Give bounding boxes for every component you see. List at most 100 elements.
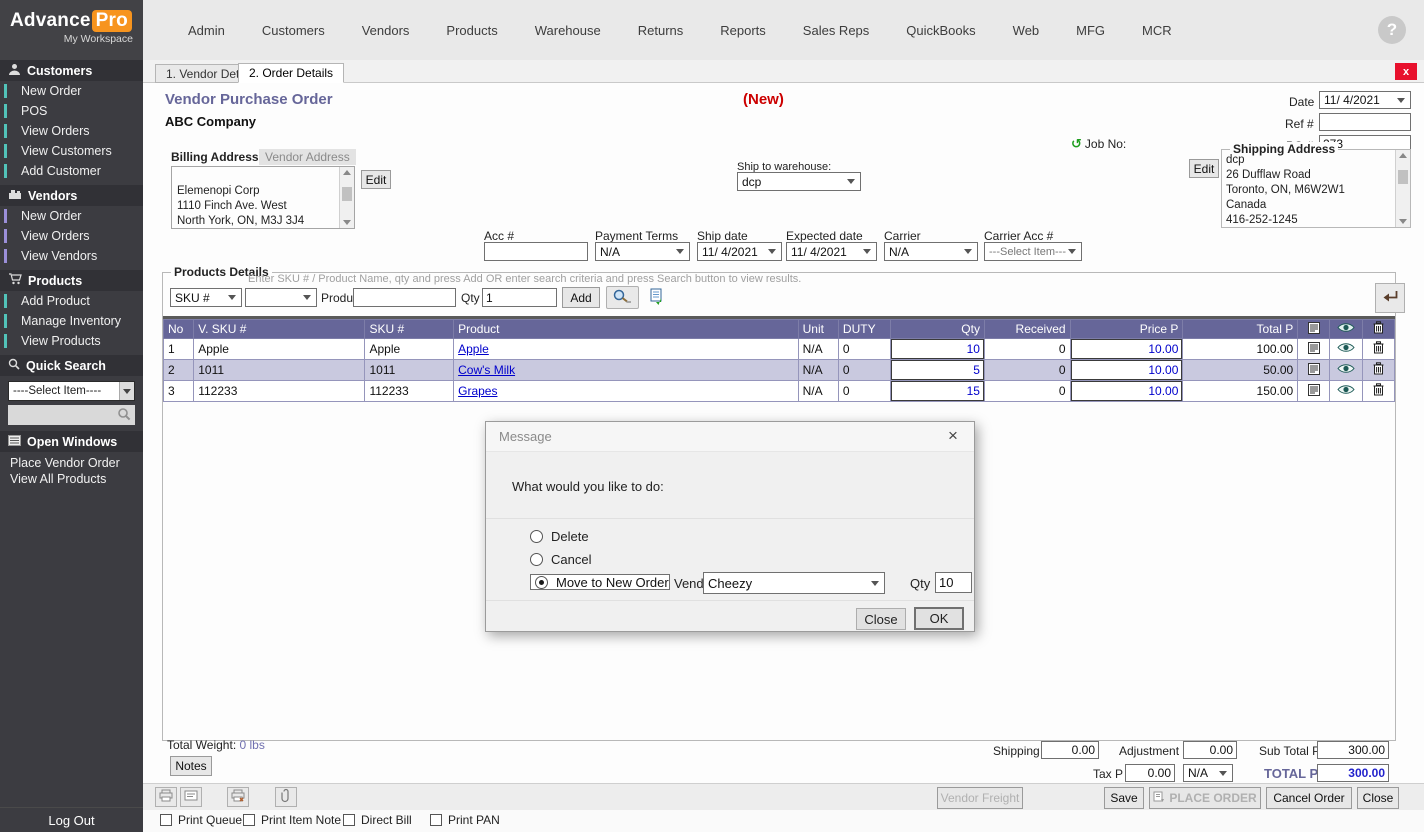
sku-value-select[interactable] [245, 288, 317, 307]
row-qty-input[interactable]: 10 [891, 339, 984, 359]
sidebar-item-add-customer[interactable]: Add Customer [0, 161, 143, 181]
sidebar-item-add-product[interactable]: Add Product [0, 291, 143, 311]
nav-item-admin[interactable]: Admin [188, 23, 225, 38]
search-products-button[interactable] [606, 286, 639, 309]
dialog-ok-button[interactable]: OK [914, 607, 964, 630]
row-view-button[interactable] [1330, 360, 1362, 381]
nav-item-warehouse[interactable]: Warehouse [535, 23, 601, 38]
sidebar-item-new-order[interactable]: New Order [0, 206, 143, 226]
product-link[interactable]: Apple [458, 342, 489, 356]
edit-shipping-button[interactable]: Edit [1189, 159, 1219, 178]
row-delete-button[interactable] [1362, 381, 1394, 402]
save-button[interactable]: Save [1104, 787, 1144, 809]
nav-item-customers[interactable]: Customers [262, 23, 325, 38]
add-button[interactable]: Add [562, 287, 600, 308]
vendor-address-tab[interactable]: Vendor Address [259, 149, 356, 165]
billing-address-box[interactable]: Elemenopi Corp 1110 Finch Ave. West Nort… [171, 166, 355, 229]
sidebar-item-view-customers[interactable]: View Customers [0, 141, 143, 161]
row-qty-input[interactable]: 5 [891, 360, 984, 380]
expected-date-select[interactable]: 11/ 4/2021 [786, 242, 877, 261]
acc-input[interactable] [484, 242, 588, 261]
nav-item-reports[interactable]: Reports [720, 23, 766, 38]
row-price-input[interactable]: 10.00 [1071, 381, 1183, 401]
open-window-place-vendor-order[interactable]: Place Vendor Order [0, 455, 143, 471]
date-select[interactable]: 11/ 4/2021 [1319, 91, 1411, 109]
row-price-input[interactable]: 10.00 [1071, 360, 1183, 380]
print-button[interactable] [155, 787, 177, 807]
sidebar-item-view-products[interactable]: View Products [0, 331, 143, 351]
ship-date-select[interactable]: 11/ 4/2021 [697, 242, 782, 261]
ship-to-warehouse-select[interactable]: dcp [737, 172, 861, 191]
sidebar-item-manage-inventory[interactable]: Manage Inventory [0, 311, 143, 331]
tax-type-select[interactable]: N/A [1183, 764, 1233, 782]
checkbox-direct-bill[interactable]: Direct Bill [343, 813, 412, 827]
row-delete-button[interactable] [1362, 339, 1394, 360]
qty-input[interactable]: 1 [482, 288, 557, 307]
nav-item-mfg[interactable]: MFG [1076, 23, 1105, 38]
sidebar-item-view-vendors[interactable]: View Vendors [0, 246, 143, 266]
close-tab-icon[interactable]: x [1395, 63, 1417, 80]
sku-type-select[interactable]: SKU # [170, 288, 242, 307]
dialog-qty-input[interactable]: 10 [935, 572, 972, 593]
close-button[interactable]: Close [1357, 787, 1399, 809]
billing-address-tab[interactable]: Billing Address [171, 150, 259, 164]
adjustment-input[interactable]: 0.00 [1183, 741, 1237, 759]
nav-item-web[interactable]: Web [1013, 23, 1040, 38]
scrollbar[interactable] [1395, 150, 1410, 227]
row-notes-button[interactable] [1298, 360, 1330, 381]
quick-search-select[interactable]: ----Select Item---- [8, 381, 135, 401]
attachment-button[interactable] [275, 787, 297, 807]
notes-button[interactable]: Notes [170, 756, 212, 776]
carrier-select[interactable]: N/A [884, 242, 978, 261]
job-recycle-icon[interactable]: ↺ [1071, 136, 1082, 152]
row-qty-input[interactable]: 15 [891, 381, 984, 401]
edit-billing-button[interactable]: Edit [361, 170, 391, 189]
row-notes-button[interactable] [1298, 381, 1330, 402]
row-view-button[interactable] [1330, 339, 1362, 360]
dialog-vendor-select[interactable]: Cheezy [703, 572, 885, 594]
radio-move-to-new-order[interactable]: Move to New Order [530, 574, 670, 590]
scrollbar[interactable] [339, 167, 354, 228]
product-input[interactable] [353, 288, 456, 307]
sidebar-item-view-orders[interactable]: View Orders [0, 226, 143, 246]
vendor-freight-button[interactable]: Vendor Freight [937, 787, 1023, 809]
carrier-acc-select[interactable]: ---Select Item--- [984, 242, 1082, 261]
nav-item-vendors[interactable]: Vendors [362, 23, 410, 38]
ref-input[interactable] [1319, 113, 1411, 131]
nav-item-mcr[interactable]: MCR [1142, 23, 1172, 38]
print-preview-button[interactable] [227, 787, 249, 807]
row-notes-button[interactable] [1298, 339, 1330, 360]
product-link[interactable]: Grapes [458, 384, 497, 398]
open-window-view-all-products[interactable]: View All Products [0, 471, 143, 487]
row-price-input[interactable]: 10.00 [1071, 339, 1183, 359]
row-delete-button[interactable] [1362, 360, 1394, 381]
nav-item-products[interactable]: Products [446, 23, 497, 38]
nav-item-quickbooks[interactable]: QuickBooks [906, 23, 975, 38]
checkbox-print-queue[interactable]: Print Queue [160, 813, 242, 827]
import-list-icon[interactable] [648, 288, 664, 308]
radio-delete[interactable]: Delete [530, 528, 589, 544]
sidebar-item-new-order[interactable]: New Order [0, 81, 143, 101]
cancel-order-button[interactable]: Cancel Order [1266, 787, 1352, 809]
payment-terms-select[interactable]: N/A [595, 242, 690, 261]
quick-search-input[interactable] [8, 405, 135, 425]
tax-input[interactable]: 0.00 [1125, 764, 1175, 782]
dialog-close-button[interactable]: Close [856, 608, 906, 630]
dialog-close-icon[interactable]: × [942, 426, 964, 446]
row-view-button[interactable] [1330, 381, 1362, 402]
sidebar-item-view-orders[interactable]: View Orders [0, 121, 143, 141]
tab-order-details[interactable]: 2. Order Details [238, 63, 344, 83]
product-link[interactable]: Cow's Milk [458, 363, 515, 377]
shipping-input[interactable]: 0.00 [1041, 741, 1099, 759]
email-button[interactable] [180, 787, 202, 807]
radio-cancel[interactable]: Cancel [530, 551, 591, 567]
help-icon[interactable]: ? [1378, 16, 1406, 44]
nav-item-returns[interactable]: Returns [638, 23, 684, 38]
checkbox-print-item-note[interactable]: Print Item Note [243, 813, 341, 827]
enter-arrow-button[interactable] [1375, 283, 1405, 313]
logout-button[interactable]: Log Out [0, 807, 143, 832]
nav-item-sales-reps[interactable]: Sales Reps [803, 23, 869, 38]
sidebar-item-pos[interactable]: POS [0, 101, 143, 121]
place-order-button[interactable]: PLACE ORDER [1149, 787, 1261, 809]
checkbox-print-pan[interactable]: Print PAN [430, 813, 500, 827]
